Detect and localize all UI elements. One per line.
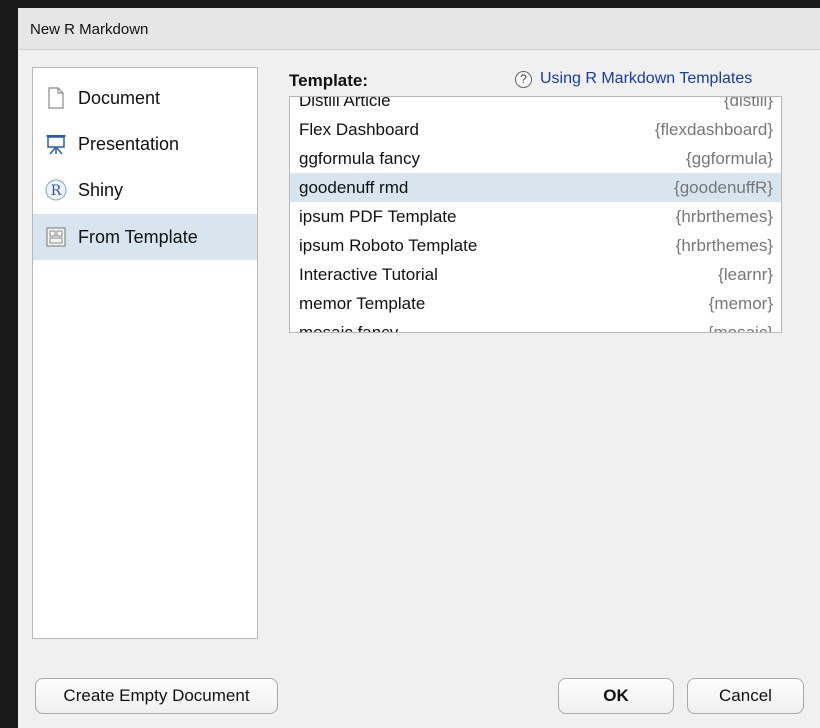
document-icon <box>45 86 67 110</box>
template-package: {learnr} <box>718 265 773 284</box>
template-package: {hrbrthemes} <box>675 236 773 255</box>
template-package: {ggformula} <box>686 149 773 168</box>
template-row-ggformula[interactable]: ggformula fancy {ggformula} <box>290 144 781 173</box>
template-name: Flex Dashboard <box>299 120 420 139</box>
shiny-icon: R <box>45 178 67 202</box>
template-name: Interactive Tutorial <box>299 265 438 284</box>
new-rmarkdown-dialog: New R Markdown Document Presentation R S… <box>18 8 820 728</box>
template-package: {goodenuffR} <box>674 178 773 197</box>
template-package: {hrbrthemes} <box>675 207 773 226</box>
cancel-button[interactable]: Cancel <box>687 678 804 714</box>
create-empty-document-button[interactable]: Create Empty Document <box>35 678 278 714</box>
sidebar-item-label: Presentation <box>78 134 180 154</box>
svg-text:R: R <box>51 183 62 199</box>
sidebar-item-label: From Template <box>78 227 198 247</box>
template-package: {mosaic} <box>707 323 773 333</box>
help-link-text: Using R Markdown Templates <box>540 70 753 87</box>
template-row-goodenuff[interactable]: goodenuff rmd {goodenuffR} <box>290 173 781 202</box>
template-package: {memor} <box>708 294 773 313</box>
sidebar: Document Presentation R Shiny From Templ… <box>32 67 258 639</box>
dialog-title: New R Markdown <box>30 21 149 38</box>
template-package: {flexdashboard} <box>654 120 773 139</box>
template-name: ggformula fancy <box>299 149 420 168</box>
sidebar-item-document[interactable]: Document <box>33 75 257 121</box>
template-row-memor[interactable]: memor Template {memor} <box>290 289 781 318</box>
sidebar-item-label: Document <box>78 88 161 108</box>
template-package: {distill} <box>723 96 773 110</box>
template-row-ipsum-pdf[interactable]: ipsum PDF Template {hrbrthemes} <box>290 202 781 231</box>
sidebar-item-label: Shiny <box>78 180 124 200</box>
sidebar-item-presentation[interactable]: Presentation <box>33 121 257 167</box>
template-name: ipsum Roboto Template <box>299 236 478 255</box>
template-name: memor Template <box>299 294 426 313</box>
ok-button[interactable]: OK <box>558 678 674 714</box>
template-row-mosaic[interactable]: mosaic fancy {mosaic} <box>290 318 781 333</box>
template-list[interactable]: Distill Article {distill} Flex Dashboard… <box>289 96 782 333</box>
help-icon: ? <box>515 70 532 88</box>
sidebar-item-shiny[interactable]: R Shiny <box>33 167 257 213</box>
template-list-rows: Distill Article {distill} Flex Dashboard… <box>290 96 781 333</box>
template-row-interactive-tutorial[interactable]: Interactive Tutorial {learnr} <box>290 260 781 289</box>
presentation-icon <box>45 132 67 156</box>
template-row-ipsum-roboto[interactable]: ipsum Roboto Template {hrbrthemes} <box>290 231 781 260</box>
template-icon <box>45 225 67 249</box>
template-name: Distill Article <box>299 96 391 110</box>
template-name: goodenuff rmd <box>299 178 409 197</box>
sidebar-item-from-template[interactable]: From Template <box>33 214 257 260</box>
template-row-flex-dashboard[interactable]: Flex Dashboard {flexdashboard} <box>290 115 781 144</box>
templates-help-link[interactable]: ? Using R Markdown Templates <box>515 70 752 90</box>
template-name: ipsum PDF Template <box>299 207 457 226</box>
template-row-distill[interactable]: Distill Article {distill} <box>290 96 781 115</box>
title-bar: New R Markdown <box>18 8 820 50</box>
template-header: Template: <box>289 71 369 90</box>
template-name: mosaic fancy <box>299 323 399 333</box>
